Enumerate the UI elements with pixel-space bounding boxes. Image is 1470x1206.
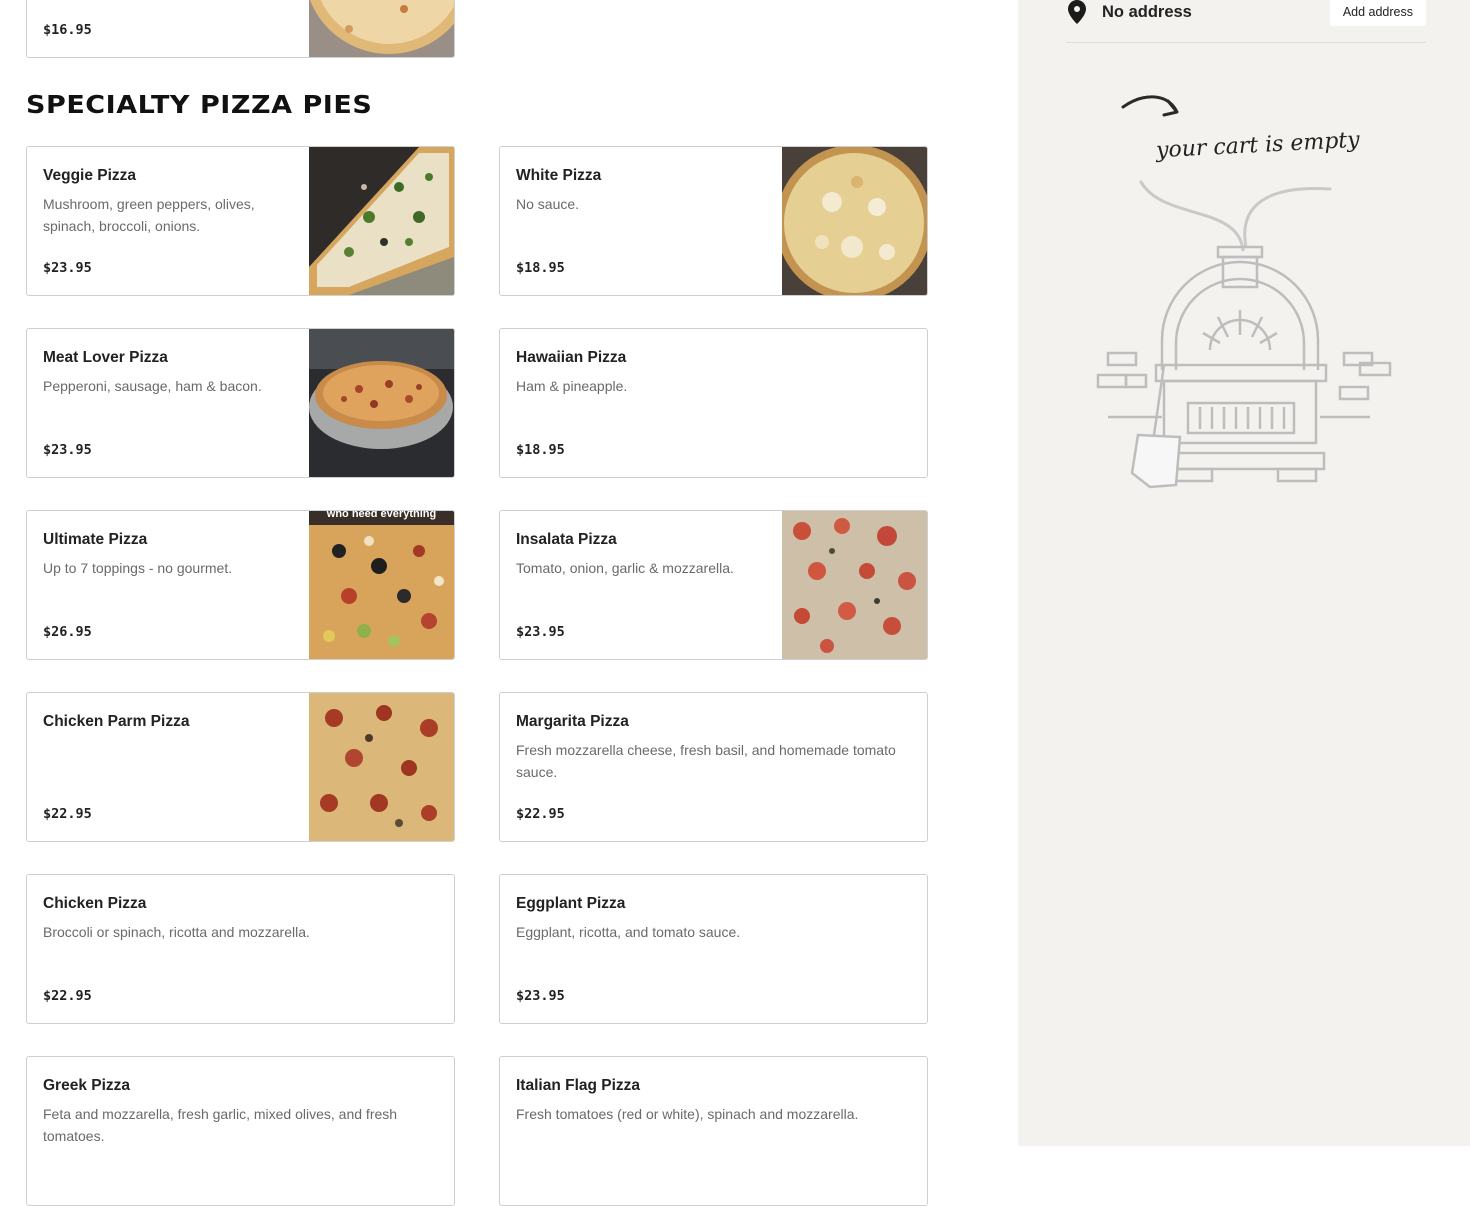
item-description: Broccoli or spinach, ricotta and mozzare… <box>43 924 310 940</box>
item-price: $18.95 <box>516 442 565 458</box>
item-name: Insalata Pizza <box>516 531 617 548</box>
add-address-button[interactable]: Add address <box>1329 0 1426 26</box>
item-price: $23.95 <box>516 988 565 1004</box>
item-name: Greek Pizza <box>43 1077 131 1094</box>
menu-item-card[interactable]: Margarita Pizza Fresh mozzarella cheese,… <box>499 692 928 842</box>
item-price: $22.95 <box>43 988 92 1004</box>
menu-item-card[interactable]: Hawaiian Pizza Ham & pineapple. $18.95 <box>499 328 928 478</box>
menu-item-card[interactable]: Insalata Pizza Tomato, onion, garlic & m… <box>499 510 928 660</box>
menu-item-card[interactable]: Chicken Pizza Broccoli or spinach, ricot… <box>26 874 455 1024</box>
item-image <box>782 147 927 295</box>
menu-item-card[interactable]: White Pizza No sauce. $18.95 <box>499 146 928 296</box>
item-description: Tomato, onion, garlic & mozzarella. <box>516 560 734 576</box>
menu-item-card[interactable]: Veggie Pizza Mushroom, green peppers, ol… <box>26 146 455 296</box>
item-image <box>782 511 927 659</box>
menu-item-card[interactable]: Chicken Parm Pizza $22.95 <box>26 692 455 842</box>
address-text: No address <box>1102 3 1192 21</box>
empty-cart-illustration: your cart is empty <box>1088 85 1408 495</box>
item-description: Eggplant, ricotta, and tomato sauce. <box>516 924 741 940</box>
menu-item-card[interactable]: $16.95 <box>26 0 455 58</box>
item-price: $22.95 <box>516 806 565 822</box>
item-price: $23.95 <box>43 442 92 458</box>
item-price: $16.95 <box>43 22 92 38</box>
menu-item-card[interactable]: Meat Lover Pizza Pepperoni, sausage, ham… <box>26 328 455 478</box>
item-description: Pepperoni, sausage, ham & bacon. <box>43 378 262 394</box>
item-name: Eggplant Pizza <box>516 895 626 912</box>
item-description: Up to 7 toppings - no gourmet. <box>43 560 233 576</box>
item-price: $23.95 <box>43 260 92 276</box>
item-name: Margarita Pizza <box>516 713 629 730</box>
item-description: Feta and mozzarella, fresh garlic, mixed… <box>43 1106 398 1144</box>
item-name: Meat Lover Pizza <box>43 349 168 366</box>
item-description: Fresh mozzarella cheese, fresh basil, an… <box>516 742 896 780</box>
item-name: Chicken Parm Pizza <box>43 713 190 730</box>
menu-item-card[interactable]: Greek Pizza Feta and mozzarella, fresh g… <box>26 1056 455 1206</box>
address-row: No address Add address <box>1066 0 1426 43</box>
menu-main: $16.95 SPECIALTY PIZZA PIES Veggie Pizza… <box>0 0 1018 1206</box>
item-image <box>309 693 454 841</box>
item-name: Hawaiian Pizza <box>516 349 627 366</box>
item-name: Chicken Pizza <box>43 895 147 912</box>
item-price: $22.95 <box>43 806 92 822</box>
item-name: Veggie Pizza <box>43 167 137 184</box>
item-description: Ham & pineapple. <box>516 378 628 394</box>
menu-item-card[interactable]: Ultimate Pizza Up to 7 toppings - no gou… <box>26 510 455 660</box>
cart-sidebar: No address Add address your cart is empt… <box>1018 0 1470 1146</box>
item-image <box>309 329 454 477</box>
section-title: SPECIALTY PIZZA PIES <box>26 90 373 119</box>
item-name: White Pizza <box>516 167 602 184</box>
menu-item-card[interactable]: Italian Flag Pizza Fresh tomatoes (red o… <box>499 1056 928 1206</box>
menu-item-card[interactable]: Eggplant Pizza Eggplant, ricotta, and to… <box>499 874 928 1024</box>
item-description: Fresh tomatoes (red or white), spinach a… <box>516 1106 859 1122</box>
item-description: No sauce. <box>516 196 580 212</box>
item-price: $23.95 <box>516 624 565 640</box>
image-caption: who need everything <box>326 510 437 520</box>
item-image <box>309 0 454 57</box>
item-image: who need everything <box>309 511 454 659</box>
map-pin-icon <box>1068 0 1086 24</box>
item-name: Ultimate Pizza <box>43 531 148 548</box>
item-image <box>309 147 454 295</box>
item-name: Italian Flag Pizza <box>516 1077 641 1094</box>
item-description: Mushroom, green peppers, olives, spinach… <box>43 196 255 234</box>
item-price: $26.95 <box>43 624 92 640</box>
item-price: $18.95 <box>516 260 565 276</box>
